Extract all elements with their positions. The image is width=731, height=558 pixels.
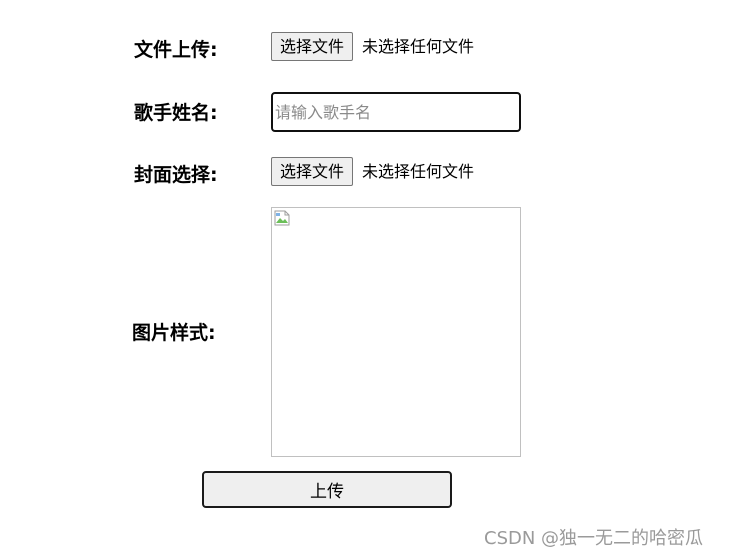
cover-select-choose-button[interactable]: 选择文件 — [271, 157, 354, 186]
image-style-label: 图片样式: — [132, 322, 216, 344]
cover-image-preview — [271, 207, 521, 457]
singer-name-input[interactable] — [271, 92, 521, 132]
cover-select-label: 封面选择: — [134, 164, 218, 186]
file-upload-label: 文件上传: — [134, 39, 218, 61]
broken-image-icon — [274, 210, 290, 226]
watermark-text: CSDN @独一无二的哈密瓜 — [484, 528, 704, 549]
upload-button[interactable]: 上传 — [202, 471, 452, 508]
cover-select-status: 未选择任何文件 — [362, 162, 475, 181]
file-upload-choose-button[interactable]: 选择文件 — [271, 32, 354, 61]
singer-name-label: 歌手姓名: — [134, 102, 218, 124]
file-upload-status: 未选择任何文件 — [362, 37, 475, 56]
